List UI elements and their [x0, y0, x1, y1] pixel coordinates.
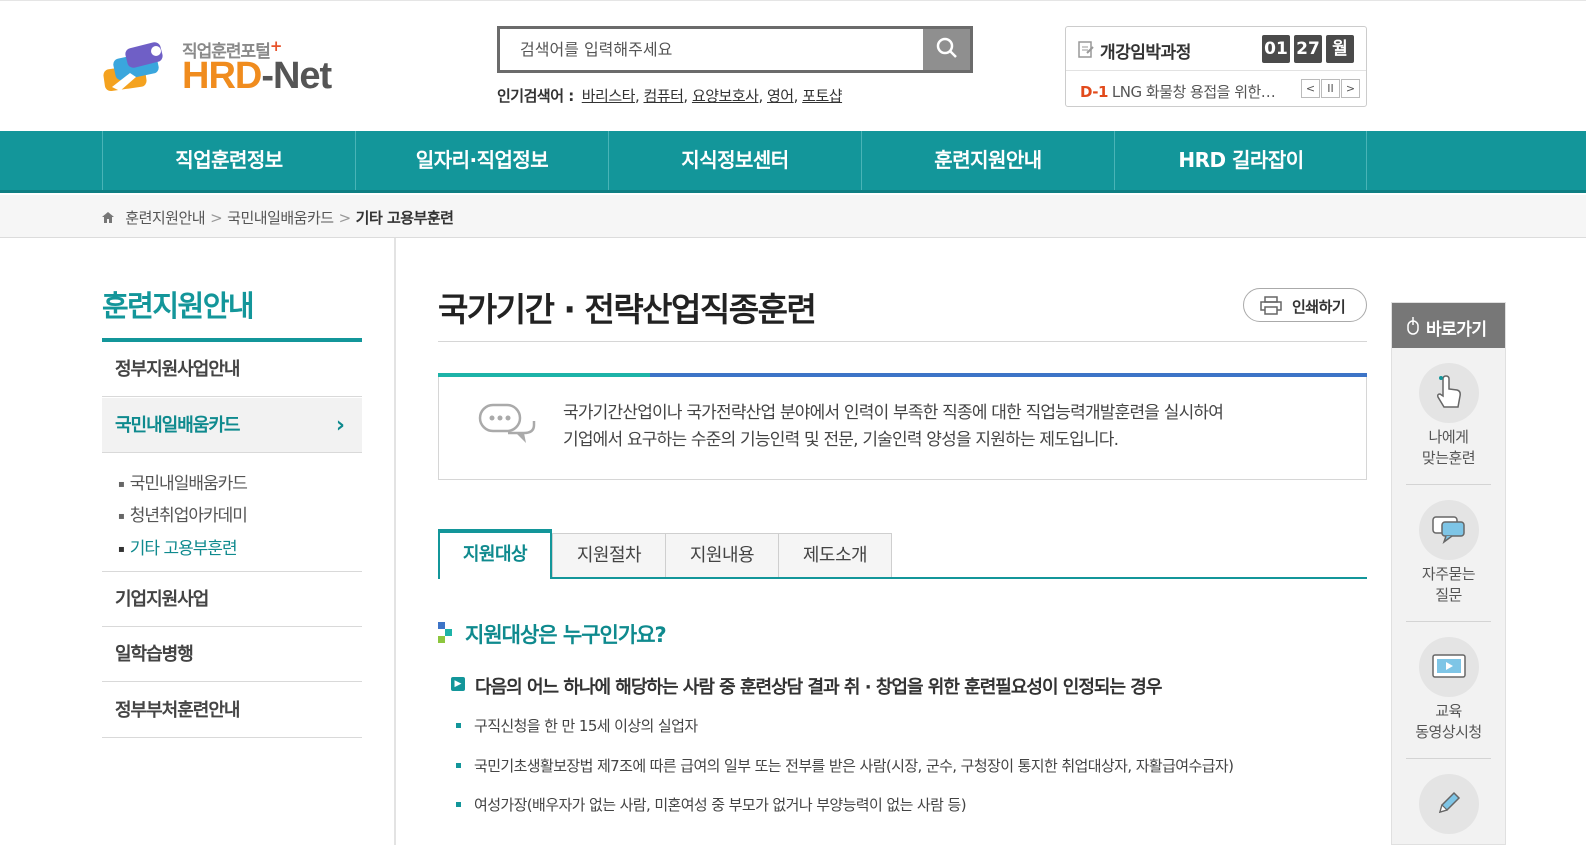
tab-target[interactable]: 지원대상 — [438, 529, 552, 579]
upcoming-course-widget: 개강임박과정 01 27 월 D-1 LNG 화물창 용접을 위한… < II > — [1065, 26, 1367, 107]
popular-keywords: 인기검색어 : 바리스타, 컴퓨터, 요양보호사, 영어, 포토샵 — [497, 87, 843, 105]
popular-keyword[interactable]: 바리스타 — [582, 87, 636, 105]
widget-title: 개강임박과정 — [1100, 43, 1191, 63]
printer-icon — [1260, 296, 1282, 315]
sidebar-item-gov-support[interactable]: 정부지원사업안내 — [102, 342, 362, 397]
eligibility-item: 국민기초생활보장법 제7조에 따른 급여의 일부 또는 전부를 받은 사람(시장… — [474, 757, 1234, 775]
search-input[interactable] — [500, 29, 926, 70]
gnb-divider — [1366, 131, 1367, 190]
date-weekday: 월 — [1326, 35, 1354, 63]
quick-item-write[interactable] — [1419, 774, 1479, 834]
eligibility-heading: 다음의 어느 하나에 해당하는 사람 중 훈련상담 결과 취 · 창업을 위한 … — [475, 677, 1162, 698]
popular-keyword[interactable]: 포토샵 — [802, 87, 842, 105]
quick-separator — [1406, 484, 1491, 485]
quick-menu: 바로가기 나에게 맞는훈련 자주묻는 질문 교육 동영상시청 — [1391, 302, 1506, 845]
pencil-icon — [1438, 791, 1461, 814]
quick-label: 교육 동영상시청 — [1415, 702, 1482, 741]
intro-line: 기업에서 요구하는 수준의 기능인력 및 전문, 기술인력 양성을 지원하는 제… — [563, 430, 1119, 450]
video-icon — [1432, 654, 1466, 678]
site-header: 직업훈련포털+ HRD-Net 인기검색어 :바리스타, 컴퓨터, 요양보호사,… — [0, 0, 1586, 131]
course-title: LNG 화물창 용접을 위한… — [1111, 83, 1276, 101]
tab-procedure[interactable]: 지원절차 — [552, 533, 666, 578]
mouse-icon — [1407, 317, 1419, 335]
logo-icon — [103, 42, 163, 92]
sidebar-title: 훈련지원안내 — [102, 289, 255, 323]
sidebar-item-label: 국민내일배움카드 — [115, 415, 240, 436]
section-title: 지원대상은 누구인가요? — [465, 623, 667, 647]
quick-item-recommend[interactable] — [1419, 363, 1479, 423]
home-icon[interactable] — [101, 211, 115, 224]
sidebar-sub-youth-academy[interactable]: 청년취업아카데미 — [118, 501, 248, 526]
print-button[interactable]: 인쇄하기 — [1243, 288, 1367, 322]
gnb-knowledge-center[interactable]: 지식정보센터 — [608, 131, 861, 190]
quick-item-faq[interactable] — [1419, 500, 1479, 560]
quick-menu-header: 바로가기 — [1392, 303, 1505, 348]
gnb-training-support[interactable]: 훈련지원안내 — [861, 131, 1114, 190]
sidebar-divider — [394, 238, 396, 845]
sidebar-item-ministry-training[interactable]: 정부부처훈련안내 — [102, 683, 362, 738]
bullet-icon — [456, 802, 461, 807]
search-button[interactable] — [923, 29, 970, 70]
breadcrumb-item[interactable]: 국민내일배움카드 — [227, 209, 334, 227]
course-link[interactable]: D-1 LNG 화물창 용접을 위한… — [1080, 81, 1276, 102]
page-title: 국가기간 · 전략산업직종훈련 — [438, 290, 817, 329]
tab-underline — [552, 577, 1367, 579]
popular-keyword[interactable]: 영어 — [767, 87, 794, 105]
gnb-training-info[interactable]: 직업훈련정보 — [102, 131, 355, 190]
date-month: 01 — [1262, 35, 1290, 63]
dday-badge: D-1 — [1080, 83, 1108, 101]
search-icon — [936, 37, 957, 58]
hand-pointer-icon — [1437, 375, 1461, 408]
main-navigation: 직업훈련정보 일자리·직업정보 지식정보센터 훈련지원안내 HRD 길라잡이 — [0, 131, 1586, 193]
arrow-right-icon: ▶ — [451, 677, 465, 691]
sidebar-item-company-support[interactable]: 기업지원사업 — [102, 571, 362, 627]
tab-content[interactable]: 지원내용 — [665, 533, 779, 578]
intro-line: 국가기간산업이나 국가전략산업 분야에서 인력이 부족한 직종에 대한 직업능력… — [563, 403, 1224, 423]
document-icon — [1078, 41, 1094, 58]
quick-item-video[interactable] — [1419, 637, 1479, 697]
sidebar-item-work-study[interactable]: 일학습병행 — [102, 627, 362, 682]
title-underline — [438, 341, 1367, 342]
pause-icon[interactable]: II — [1321, 79, 1340, 98]
speech-bubble-icon — [478, 403, 536, 443]
sidebar-sub-other-training[interactable]: 기타 고용부훈련 — [118, 534, 238, 559]
eligibility-item: 여성가장(배우자가 없는 사람, 미혼여성 중 부모가 없거나 부양능력이 없는… — [474, 796, 967, 814]
hrd-net-logo[interactable]: 직업훈련포털+ HRD-Net — [100, 35, 340, 99]
quick-label: 자주묻는 질문 — [1421, 565, 1476, 604]
section-bullet-icon — [438, 622, 452, 643]
quick-label: 나에게 맞는훈련 — [1421, 428, 1476, 467]
popular-keyword[interactable]: 요양보호사 — [692, 87, 759, 105]
print-label: 인쇄하기 — [1292, 299, 1346, 316]
breadcrumb: 훈련지원안내 > 국민내일배움카드 > 기타 고용부훈련 — [0, 195, 1586, 238]
tab-introduction[interactable]: 제도소개 — [778, 533, 892, 578]
popular-keyword[interactable]: 컴퓨터 — [643, 87, 683, 105]
quick-menu-title: 바로가기 — [1426, 320, 1487, 340]
logo-wordmark: HRD-Net — [182, 55, 332, 97]
quick-separator — [1406, 621, 1491, 622]
intro-accent-teal — [438, 373, 650, 377]
breadcrumb-current: 기타 고용부훈련 — [355, 209, 454, 227]
bullet-icon — [456, 723, 461, 728]
intro-accent-blue — [650, 373, 1367, 377]
breadcrumb-item[interactable]: 훈련지원안내 — [125, 209, 205, 227]
eligibility-item: 구직신청을 한 만 15세 이상의 실업자 — [474, 717, 698, 735]
sidebar-item-learning-card[interactable]: 국민내일배움카드 › — [102, 398, 362, 453]
quick-separator — [1406, 758, 1491, 759]
date-day: 27 — [1294, 35, 1322, 63]
popular-label: 인기검색어 : — [497, 87, 574, 105]
prev-icon[interactable]: < — [1301, 79, 1320, 98]
chevron-right-icon: › — [335, 413, 345, 438]
chat-bubble-icon — [1432, 516, 1465, 545]
gnb-job-info[interactable]: 일자리·직업정보 — [355, 131, 608, 190]
next-icon[interactable]: > — [1341, 79, 1360, 98]
gnb-hrd-guide[interactable]: HRD 길라잡이 — [1114, 131, 1367, 190]
sidebar-sub-learning-card[interactable]: 국민내일배움카드 — [118, 469, 248, 494]
intro-text: 국가기간산업이나 국가전략산업 분야에서 인력이 부족한 직종에 대한 직업능력… — [563, 400, 1323, 454]
widget-header: 개강임박과정 01 27 월 — [1066, 27, 1366, 71]
bullet-icon — [456, 763, 461, 768]
search-box — [497, 26, 973, 73]
